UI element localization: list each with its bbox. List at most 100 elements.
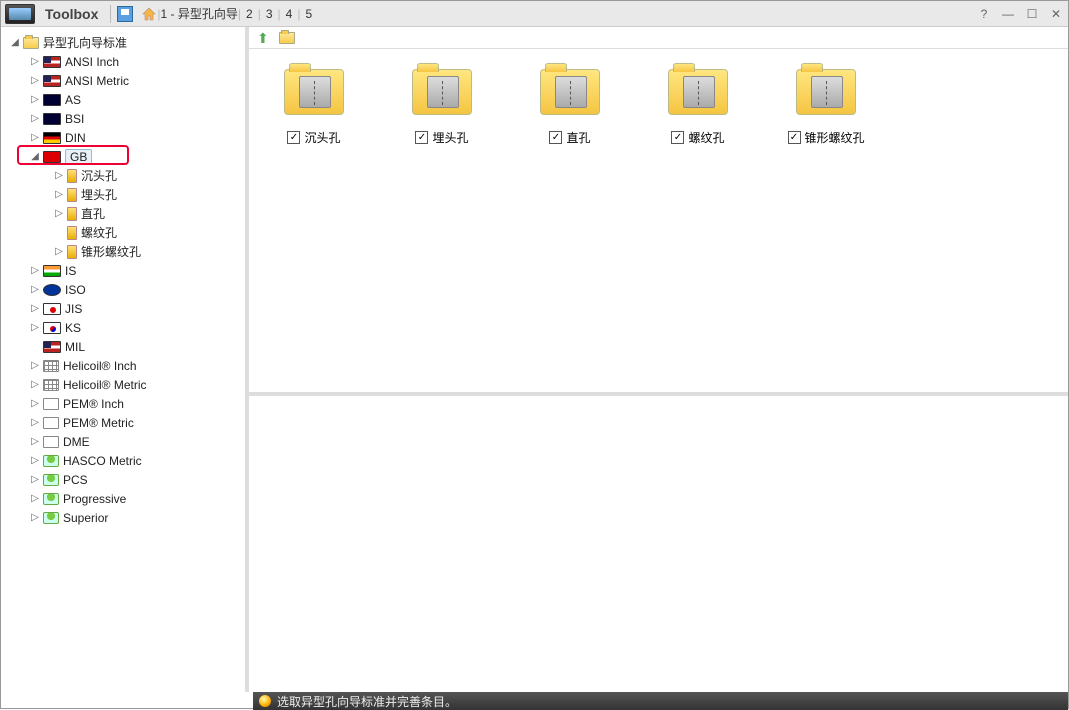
hole-icon bbox=[67, 226, 77, 240]
content-folder-锥形螺纹孔[interactable]: ✓锥形螺纹孔 bbox=[791, 69, 861, 146]
content-detail-pane[interactable] bbox=[249, 392, 1068, 692]
help-icon[interactable]: ? bbox=[975, 6, 993, 22]
tree-item-pem-metric[interactable]: ▷ PEM® Metric bbox=[1, 413, 245, 432]
breadcrumb-current[interactable]: 1 - 异型孔向导 bbox=[161, 5, 238, 22]
tree-item-label: 沉头孔 bbox=[81, 167, 117, 184]
tree-root[interactable]: ◢ 异型孔向导标准 bbox=[1, 33, 245, 52]
content-body[interactable]: ✓沉头孔✓埋头孔✓直孔✓螺纹孔✓锥形螺纹孔 bbox=[249, 49, 1068, 392]
tree-item-dme[interactable]: ▷DME bbox=[1, 432, 245, 451]
tree-twisty[interactable]: ▷ bbox=[29, 474, 41, 486]
tree-item--[interactable]: ▷ 沉头孔 bbox=[1, 166, 245, 185]
person-icon bbox=[43, 512, 59, 524]
checkbox[interactable]: ✓ bbox=[671, 131, 684, 144]
tab-slot-2[interactable]: 2 bbox=[241, 7, 258, 21]
tree-item--[interactable]: ▷锥形螺纹孔 bbox=[1, 242, 245, 261]
tree-twisty[interactable]: ▷ bbox=[29, 322, 41, 334]
tree-twisty[interactable]: ▷ bbox=[53, 246, 65, 258]
tree-twisty[interactable]: ▷ bbox=[29, 436, 41, 448]
tree-twisty[interactable]: ▷ bbox=[29, 265, 41, 277]
checkbox[interactable]: ✓ bbox=[549, 131, 562, 144]
tree-item-label: MIL bbox=[65, 340, 85, 354]
tree-twisty[interactable]: ▷ bbox=[29, 303, 41, 315]
tree-item-label: Helicoil® Metric bbox=[63, 378, 147, 392]
tree-item-bsi[interactable]: ▷BSI bbox=[1, 109, 245, 128]
tree-item-label: PCS bbox=[63, 473, 88, 487]
tree-item-is[interactable]: ▷IS bbox=[1, 261, 245, 280]
tree-item-label: KS bbox=[65, 321, 81, 335]
tree-item-ansi-metric[interactable]: ▷ ANSI Metric bbox=[1, 71, 245, 90]
tab-slot-3[interactable]: 3 bbox=[261, 7, 278, 21]
content-folder-直孔[interactable]: ✓直孔 bbox=[535, 69, 605, 146]
tree-twisty[interactable]: ◢ bbox=[29, 151, 41, 163]
tree-twisty[interactable]: ▷ bbox=[29, 284, 41, 296]
person-icon bbox=[43, 474, 59, 486]
statusbar: 选取异型孔向导标准并完善条目。 bbox=[253, 692, 1068, 710]
hole-icon bbox=[67, 188, 77, 202]
tree-twisty[interactable]: ▷ bbox=[53, 208, 65, 220]
tree-twisty[interactable]: ▷ bbox=[29, 398, 41, 410]
tree-twisty[interactable]: ▷ bbox=[29, 455, 41, 467]
tree-pane[interactable]: ◢ 异型孔向导标准 ▷ANSI Inch▷ANSI Metric▷AS▷BSI▷… bbox=[1, 27, 249, 692]
content-toolbar: ⬆ bbox=[249, 27, 1068, 49]
folder-large-icon bbox=[796, 69, 856, 115]
tree-twisty[interactable]: ▷ bbox=[29, 75, 41, 87]
content-folder-螺纹孔[interactable]: ✓ 螺纹孔 bbox=[663, 69, 733, 146]
content-folder-埋头孔[interactable]: ✓埋头孔 bbox=[407, 69, 477, 146]
tree-item-as[interactable]: ▷AS bbox=[1, 90, 245, 109]
home-icon[interactable] bbox=[141, 6, 157, 22]
tab-slot-4[interactable]: 4 bbox=[281, 7, 298, 21]
folder-label: 沉头孔 bbox=[304, 129, 340, 146]
tree-item-label: Progressive bbox=[63, 492, 126, 506]
tree-twisty[interactable]: ▷ bbox=[29, 94, 41, 106]
save-icon[interactable] bbox=[117, 6, 133, 22]
content-folder-沉头孔[interactable]: ✓ 沉头孔 bbox=[279, 69, 349, 146]
tree-twisty[interactable]: ◢ bbox=[9, 37, 21, 49]
folder-label: 螺纹孔 bbox=[688, 129, 724, 146]
checkbox[interactable]: ✓ bbox=[788, 131, 801, 144]
tree-twisty[interactable]: ▷ bbox=[53, 189, 65, 201]
tree-item-superior[interactable]: ▷Superior bbox=[1, 508, 245, 527]
tree-item--[interactable]: ▷埋头孔 bbox=[1, 185, 245, 204]
checkbox[interactable]: ✓ bbox=[287, 131, 300, 144]
tree-twisty[interactable]: ▷ bbox=[29, 512, 41, 524]
flag-icon bbox=[43, 284, 61, 296]
tree-item-helicoil-inch[interactable]: ▷Helicoil® Inch bbox=[1, 356, 245, 375]
tree-item-pem-inch[interactable]: ▷PEM® Inch bbox=[1, 394, 245, 413]
content-pane: ⬆ ✓沉头孔✓埋头孔✓直孔✓螺纹孔✓锥形螺纹孔 bbox=[249, 27, 1068, 692]
tree-item--[interactable]: ▷螺纹孔 bbox=[1, 223, 245, 242]
tree-twisty[interactable]: ▷ bbox=[29, 417, 41, 429]
tree-item-din[interactable]: ▷DIN bbox=[1, 128, 245, 147]
tree-item-ansi-inch[interactable]: ▷ANSI Inch bbox=[1, 52, 245, 71]
tree-item-progressive[interactable]: ▷ Progressive bbox=[1, 489, 245, 508]
up-arrow-icon[interactable]: ⬆ bbox=[257, 31, 273, 45]
tree-item-gb[interactable]: ◢GB bbox=[1, 147, 245, 166]
tree-twisty[interactable]: ▷ bbox=[29, 379, 41, 391]
tree-twisty[interactable]: ▷ bbox=[29, 132, 41, 144]
tree-twisty[interactable]: ▷ bbox=[29, 113, 41, 125]
tree-twisty[interactable]: ▷ bbox=[53, 170, 65, 182]
tree-item-jis[interactable]: ▷JIS bbox=[1, 299, 245, 318]
tree-item-label: HASCO Metric bbox=[63, 454, 142, 468]
tree-root-label: 异型孔向导标准 bbox=[43, 34, 127, 51]
tree-item-label: PEM® Metric bbox=[63, 416, 134, 430]
grid-icon bbox=[43, 379, 59, 391]
tree-twisty[interactable]: ▷ bbox=[29, 360, 41, 372]
tree-item-mil[interactable]: ▷MIL bbox=[1, 337, 245, 356]
folder-open-icon[interactable] bbox=[279, 32, 295, 44]
status-text: 选取异型孔向导标准并完善条目。 bbox=[277, 693, 457, 710]
close-icon[interactable]: ✕ bbox=[1047, 6, 1065, 22]
minimize-icon[interactable]: — bbox=[999, 6, 1017, 22]
tree-item-helicoil-metric[interactable]: ▷ Helicoil® Metric bbox=[1, 375, 245, 394]
tree-item-pcs[interactable]: ▷ PCS bbox=[1, 470, 245, 489]
tree-item--[interactable]: ▷直孔 bbox=[1, 204, 245, 223]
tree-item-ks[interactable]: ▷ KS bbox=[1, 318, 245, 337]
tree-item-label: ANSI Metric bbox=[65, 74, 129, 88]
tab-slot-5[interactable]: 5 bbox=[300, 7, 317, 21]
separator bbox=[110, 5, 111, 23]
maximize-icon[interactable]: ☐ bbox=[1023, 6, 1041, 22]
tree-item-hasco-metric[interactable]: ▷ HASCO Metric bbox=[1, 451, 245, 470]
tree-item-iso[interactable]: ▷ISO bbox=[1, 280, 245, 299]
tree-twisty[interactable]: ▷ bbox=[29, 56, 41, 68]
checkbox[interactable]: ✓ bbox=[415, 131, 428, 144]
tree-twisty[interactable]: ▷ bbox=[29, 493, 41, 505]
